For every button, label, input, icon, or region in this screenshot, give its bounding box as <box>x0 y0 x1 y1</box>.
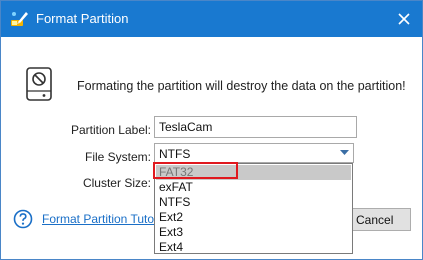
close-button[interactable] <box>386 1 422 37</box>
file-system-caption: File System: <box>84 150 151 164</box>
close-icon <box>398 13 410 25</box>
dropdown-toggle[interactable] <box>336 144 353 162</box>
chevron-down-icon <box>340 150 349 155</box>
option-ext2[interactable]: Ext2 <box>156 210 351 225</box>
file-system-value: NTFS <box>159 147 191 161</box>
partition-wizard-icon <box>11 12 28 26</box>
option-ntfs[interactable]: NTFS <box>156 195 351 210</box>
file-system-select[interactable]: NTFS <box>154 143 354 163</box>
cluster-size-caption: Cluster Size: <box>82 176 151 190</box>
warning-message: Formating the partition will destroy the… <box>77 79 406 93</box>
option-ext3[interactable]: Ext3 <box>156 225 351 240</box>
dialog-title: Format Partition <box>36 11 129 26</box>
drive-no-entry-icon <box>26 67 52 101</box>
partition-label-input[interactable] <box>154 116 357 138</box>
option-exfat[interactable]: exFAT <box>156 180 351 195</box>
title-bar: Format Partition <box>1 1 422 37</box>
option-ext4[interactable]: Ext4 <box>156 240 351 255</box>
cancel-button-label: Cancel <box>356 213 394 227</box>
help-icon[interactable] <box>13 209 33 229</box>
format-partition-dialog: Format Partition Formating the partition… <box>0 0 423 260</box>
fat32-highlight-box <box>153 162 238 179</box>
partition-label-caption: Partition Label: <box>70 123 151 137</box>
format-partition-tutorial-link[interactable]: Format Partition Tutorial <box>42 212 154 226</box>
